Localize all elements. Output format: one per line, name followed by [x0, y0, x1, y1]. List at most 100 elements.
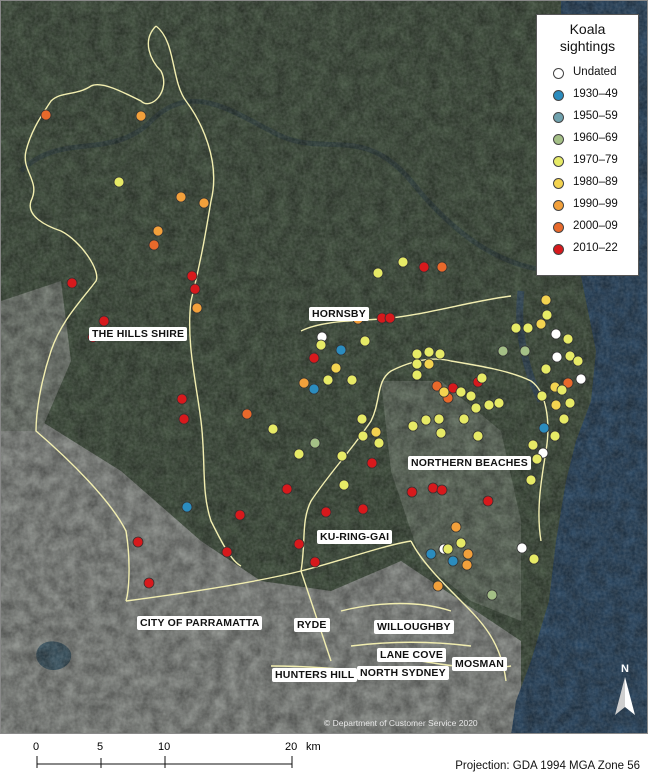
sighting-marker	[309, 556, 321, 568]
sighting-marker	[482, 495, 494, 507]
sighting-marker	[535, 318, 547, 330]
sighting-marker	[527, 439, 539, 451]
sighting-marker	[483, 399, 495, 411]
sighting-marker	[519, 345, 531, 357]
sighting-marker	[338, 479, 350, 491]
lga-label-city-of-parramatta: CITY OF PARRAMATTA	[137, 616, 263, 630]
lga-label-mosman: MOSMAN	[452, 657, 508, 671]
sighting-marker	[330, 362, 342, 374]
sighting-marker	[357, 430, 369, 442]
sighting-marker	[411, 348, 423, 360]
sighting-marker	[432, 580, 444, 592]
sighting-marker	[455, 386, 467, 398]
legend-swatch-1970-79	[553, 156, 564, 167]
sighting-marker	[531, 453, 543, 465]
sighting-marker	[293, 538, 305, 550]
legend-swatch-undated	[553, 68, 564, 79]
sighting-marker	[221, 546, 233, 558]
lga-label-hornsby: HORNSBY	[309, 307, 369, 321]
sighting-marker	[536, 390, 548, 402]
legend-title-line2: sightings	[559, 38, 616, 54]
scale-tick-10: 10	[158, 741, 171, 753]
north-arrow: N	[613, 663, 637, 719]
sighting-marker	[298, 377, 310, 389]
sighting-marker	[98, 315, 110, 327]
sighting-marker	[556, 384, 568, 396]
sighting-marker	[434, 348, 446, 360]
sighting-marker	[558, 413, 570, 425]
sighting-marker	[356, 413, 368, 425]
sighting-marker	[176, 393, 188, 405]
lga-label-lane-cove: LANE COVE	[377, 648, 447, 662]
legend-swatch-1950-59	[553, 112, 564, 123]
sighting-marker	[359, 335, 371, 347]
sighting-marker	[372, 267, 384, 279]
sighting-marker	[528, 553, 540, 565]
sighting-marker	[541, 309, 553, 321]
sighting-marker	[447, 555, 459, 567]
sighting-marker	[335, 344, 347, 356]
sighting-marker	[450, 521, 462, 533]
sighting-marker	[525, 474, 537, 486]
legend: Koala sightings Undated 1930–49 1950–59 …	[536, 14, 639, 276]
sighting-marker	[175, 191, 187, 203]
sighting-marker	[472, 430, 484, 442]
north-arrow-letter: N	[621, 663, 629, 675]
sighting-marker	[575, 373, 587, 385]
sighting-marker	[562, 333, 574, 345]
lga-label-the-hills-shire: THE HILLS SHIRE	[89, 327, 188, 341]
sighting-marker	[551, 351, 563, 363]
scale-tick-0: 0	[33, 741, 40, 753]
sighting-marker	[538, 422, 550, 434]
legend-swatch-1930-49	[553, 90, 564, 101]
copyright-text: © Department of Customer Service 2020	[324, 718, 478, 728]
lga-label-northern-beaches: NORTHERN BEACHES	[408, 456, 531, 470]
sighting-marker	[308, 352, 320, 364]
sighting-marker	[373, 437, 385, 449]
sighting-marker	[436, 261, 448, 273]
sighting-marker	[315, 339, 327, 351]
sighting-marker	[458, 413, 470, 425]
sighting-marker	[423, 346, 435, 358]
sighting-marker	[148, 239, 160, 251]
projection-note: Projection: GDA 1994 MGA Zone 56	[455, 760, 640, 772]
sighting-marker	[152, 225, 164, 237]
sighting-marker	[438, 386, 450, 398]
sighting-marker	[540, 294, 552, 306]
sighting-marker	[462, 548, 474, 560]
sighting-marker	[293, 448, 305, 460]
sighting-marker	[336, 450, 348, 462]
sighting-marker	[425, 548, 437, 560]
sighting-marker	[420, 414, 432, 426]
lga-label-ryde: RYDE	[294, 618, 330, 632]
sighting-marker	[132, 536, 144, 548]
scale-tick-20: 20	[285, 741, 298, 753]
sighting-marker	[461, 559, 473, 571]
sighting-marker	[436, 484, 448, 496]
sighting-marker	[406, 486, 418, 498]
sighting-marker	[267, 423, 279, 435]
sighting-marker	[234, 509, 246, 521]
sighting-marker	[522, 322, 534, 334]
sighting-marker	[411, 369, 423, 381]
sighting-marker	[322, 374, 334, 386]
sighting-marker	[308, 383, 320, 395]
sighting-marker	[366, 457, 378, 469]
sighting-marker	[346, 374, 358, 386]
sighting-marker	[493, 397, 505, 409]
sighting-marker	[198, 197, 210, 209]
sighting-marker	[384, 312, 396, 324]
sighting-marker	[550, 328, 562, 340]
sighting-marker	[113, 176, 125, 188]
sighting-marker	[433, 413, 445, 425]
sighting-marker	[516, 542, 528, 554]
sighting-marker	[357, 503, 369, 515]
sighting-marker	[66, 277, 78, 289]
sighting-marker	[423, 358, 435, 370]
lga-label-north-sydney: NORTH SYDNEY	[357, 666, 449, 680]
sighting-marker	[320, 506, 332, 518]
sighting-marker	[181, 501, 193, 513]
sighting-marker	[549, 430, 561, 442]
sighting-marker	[497, 345, 509, 357]
sighting-marker	[191, 302, 203, 314]
